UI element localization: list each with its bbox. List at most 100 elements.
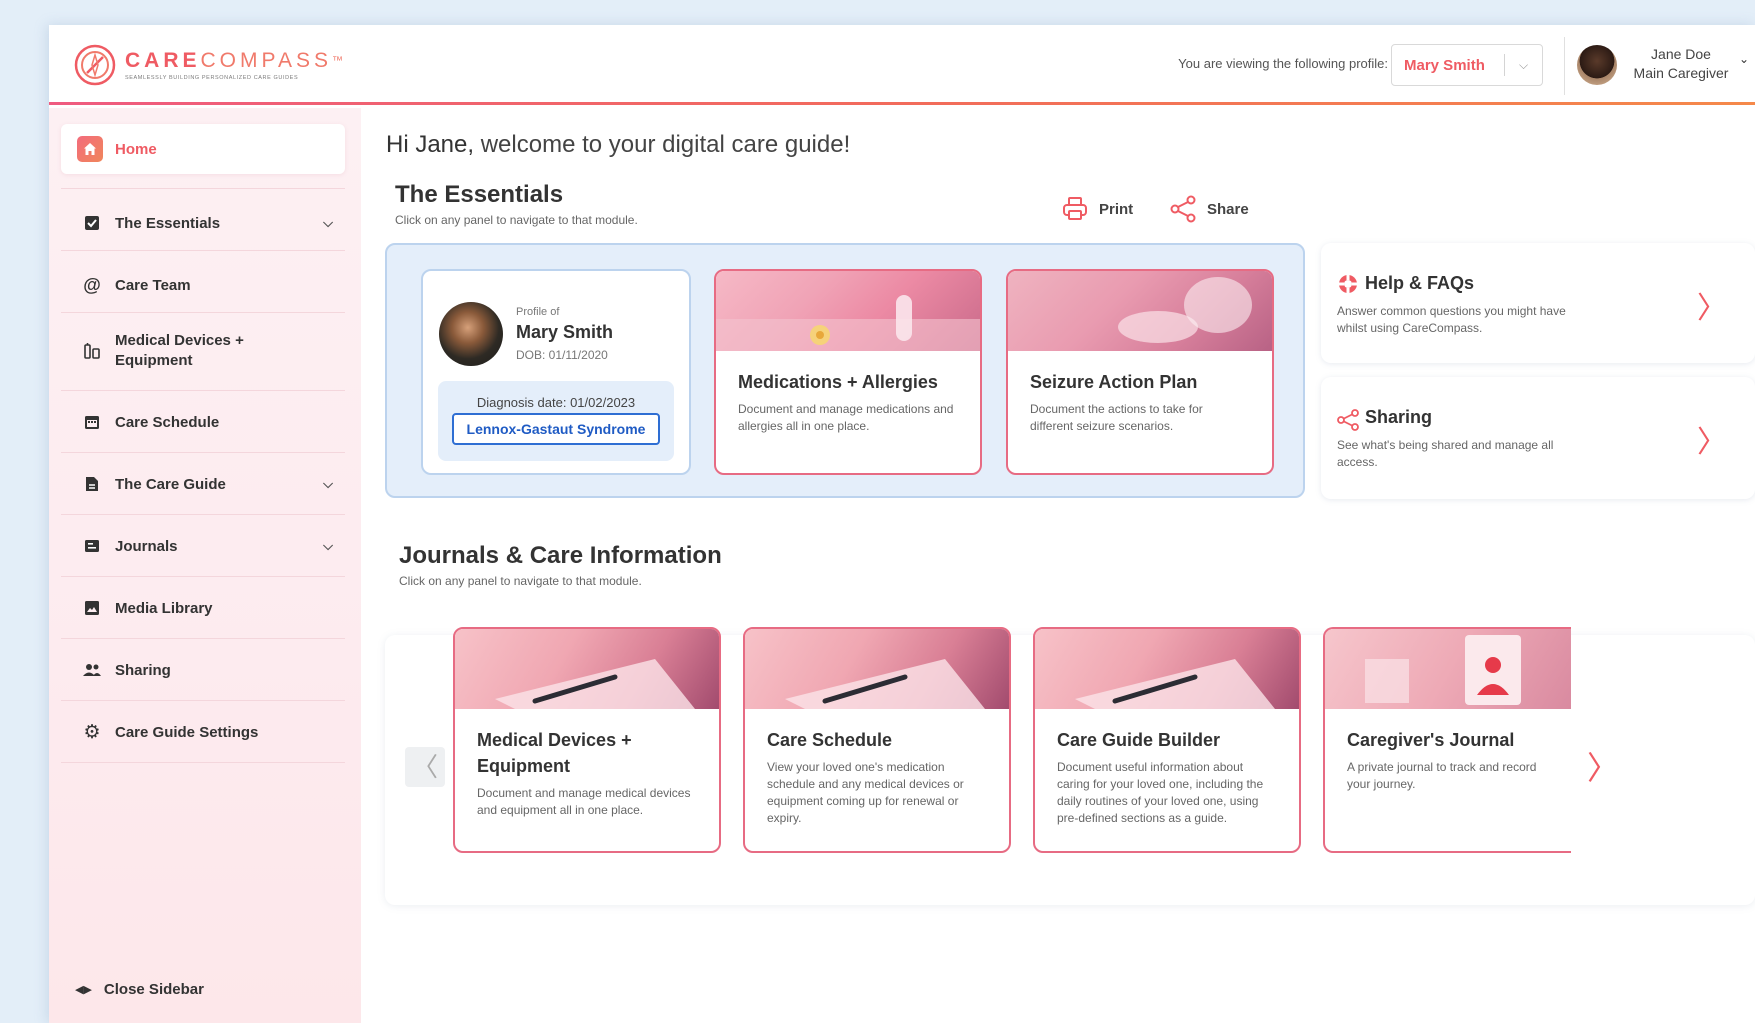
welcome-greeting: Hi Jane, welcome to your digital care gu… <box>386 131 850 159</box>
sidebar-item-label: Home <box>115 140 157 158</box>
profile-of-label: Profile of <box>516 306 560 318</box>
user-avatar[interactable] <box>1577 45 1617 85</box>
sharing-card[interactable]: Sharing See what's being shared and mana… <box>1321 377 1755 499</box>
card-title-line2: Equipment <box>477 756 570 776</box>
sidebar-item-essentials[interactable]: The Essentials ⌵ <box>61 198 345 248</box>
share-icon <box>1337 409 1359 431</box>
sidebar-divider <box>61 312 345 313</box>
gear-icon: ⚙ <box>83 721 101 743</box>
seizure-plan-card[interactable]: Seizure Action Plan Document the actions… <box>1006 269 1274 475</box>
user-info[interactable]: Jane Doe Main Caregiver <box>1623 45 1739 83</box>
sidebar-item-label: The Essentials <box>115 214 221 232</box>
chevron-down-icon: ⌵ <box>1518 57 1529 72</box>
share-button[interactable]: Share <box>1169 195 1249 223</box>
carecompass-logo[interactable]: CARECOMPASS™ SEAMLESSLY BUILDING PERSONA… <box>73 43 343 87</box>
close-sidebar-label: Close Sidebar <box>103 981 204 998</box>
sidebar-item-label: Care Team <box>115 276 191 294</box>
sidebar-item-care-schedule[interactable]: Care Schedule <box>61 397 345 447</box>
sidebar-item-label: The Care Guide <box>115 475 226 493</box>
profile-dob: DOB: 01/11/2020 <box>516 348 608 362</box>
brand-bold: CARE <box>125 48 201 72</box>
card-title: Care Schedule <box>767 730 893 750</box>
brand-tm: ™ <box>331 54 343 67</box>
diagnosis-chip[interactable]: Lennox-Gastaut Syndrome <box>452 413 660 445</box>
sidebar-item-care-guide[interactable]: The Care Guide ⌵ <box>61 459 345 509</box>
blocks-image <box>1325 629 1571 709</box>
sidebar-item-label-line2: Equipment <box>115 352 193 369</box>
card-description: A private journal to track and record yo… <box>1347 760 1537 791</box>
carousel-next-button[interactable]: 〉 <box>1587 743 1619 789</box>
profile-select[interactable]: Mary Smith ⌵ <box>1391 44 1543 86</box>
chevron-right-icon[interactable]: 〉 <box>1697 283 1727 327</box>
sidebar-item-label: Sharing <box>115 661 171 679</box>
devices-icon <box>81 340 103 362</box>
card-title: Caregiver's Journal <box>1347 730 1515 750</box>
sidebar-divider <box>61 514 345 515</box>
notebook-image <box>455 629 719 709</box>
sidebar-item-home[interactable]: Home <box>61 124 345 174</box>
compass-logo-icon <box>74 44 116 86</box>
journal-card-care-schedule[interactable]: Care Schedule View your loved one's medi… <box>743 627 1011 853</box>
sharing-title: Sharing <box>1365 407 1433 427</box>
user-menu-chevron-icon[interactable]: ⌄ <box>1739 52 1749 66</box>
sidebar-divider <box>61 576 345 577</box>
sidebar-item-label: Media Library <box>115 599 213 617</box>
sidebar-divider <box>61 188 345 189</box>
journal-card-medical-devices[interactable]: Medical Devices + Equipment Document and… <box>453 627 721 853</box>
profile-select-value: Mary Smith <box>1404 56 1485 74</box>
sidebar-item-label: Journals <box>115 537 178 555</box>
journal-icon <box>81 535 103 557</box>
sidebar-item-care-team[interactable]: @ Care Team <box>61 260 345 310</box>
viewing-profile-label: You are viewing the following profile: <box>1178 56 1388 71</box>
greeting-hi: Hi Jane, <box>386 131 475 158</box>
card-title-line1: Medical Devices + <box>477 730 632 750</box>
sidebar-item-medical-devices[interactable]: Medical Devices + Equipment <box>61 316 345 386</box>
medications-image <box>716 271 980 351</box>
sidebar-divider <box>61 700 345 701</box>
chevron-down-icon[interactable]: ⌵ <box>323 538 333 554</box>
checkbox-icon <box>81 212 103 234</box>
sidebar-item-media-library[interactable]: Media Library <box>61 583 345 633</box>
chevron-right-icon[interactable]: 〉 <box>1697 417 1727 461</box>
journals-subtitle: Click on any panel to navigate to that m… <box>399 574 642 588</box>
collapse-arrows-icon: ◀▶ <box>75 984 92 996</box>
sidebar-divider <box>61 250 345 251</box>
sidebar-item-sharing[interactable]: Sharing <box>61 645 345 695</box>
top-header: CARECOMPASS™ SEAMLESSLY BUILDING PERSONA… <box>49 25 1755 105</box>
share-label: Share <box>1207 200 1249 218</box>
close-sidebar-button[interactable]: ◀▶ Close Sidebar <box>75 981 204 998</box>
document-icon <box>81 473 103 495</box>
carousel-prev-button[interactable]: 〈 <box>405 747 445 787</box>
help-faqs-card[interactable]: Help & FAQs Answer common questions you … <box>1321 243 1755 363</box>
print-label: Print <box>1099 200 1134 218</box>
lifebuoy-icon <box>1339 275 1357 293</box>
sidebar-item-journals[interactable]: Journals ⌵ <box>61 521 345 571</box>
medications-card[interactable]: Medications + Allergies Document and man… <box>714 269 982 475</box>
card-description: Document the actions to take for differe… <box>1030 402 1203 433</box>
journal-card-caregivers-journal[interactable]: Caregiver's Journal A private journal to… <box>1323 627 1571 853</box>
sidebar-divider <box>61 452 345 453</box>
profile-name: Mary Smith <box>516 322 614 342</box>
header-divider <box>1564 37 1565 95</box>
chevron-down-icon[interactable]: ⌵ <box>323 476 333 492</box>
essentials-title: The Essentials <box>395 181 564 208</box>
sharing-description: See what's being shared and manage all a… <box>1337 438 1554 469</box>
chevron-down-icon[interactable]: ⌵ <box>323 215 333 231</box>
help-description: Answer common questions you might have w… <box>1337 304 1566 335</box>
calendar-icon <box>81 411 103 433</box>
printer-icon <box>1063 197 1087 220</box>
journal-card-care-guide-builder[interactable]: Care Guide Builder Document useful infor… <box>1033 627 1301 853</box>
sidebar-item-label: Medical Devices + <box>115 332 244 349</box>
sidebar-item-label: Care Schedule <box>115 413 220 431</box>
sidebar-item-settings[interactable]: ⚙ Care Guide Settings <box>61 707 345 757</box>
notebook-image <box>745 629 1009 709</box>
profile-card[interactable]: Profile of Mary Smith DOB: 01/11/2020 Di… <box>421 269 691 475</box>
card-title: Care Guide Builder <box>1057 730 1221 750</box>
app-window: CARECOMPASS™ SEAMLESSLY BUILDING PERSONA… <box>49 25 1755 1023</box>
journals-title: Journals & Care Information <box>399 542 722 569</box>
print-button[interactable]: Print <box>1061 195 1133 223</box>
sidebar-item-label: Care Guide Settings <box>115 723 259 741</box>
diagnosis-box: Diagnosis date: 01/02/2023 Lennox-Gastau… <box>438 381 674 461</box>
sidebar: Home The Essentials ⌵ @ Care Team Medica… <box>49 108 361 1023</box>
home-icon <box>77 136 103 162</box>
